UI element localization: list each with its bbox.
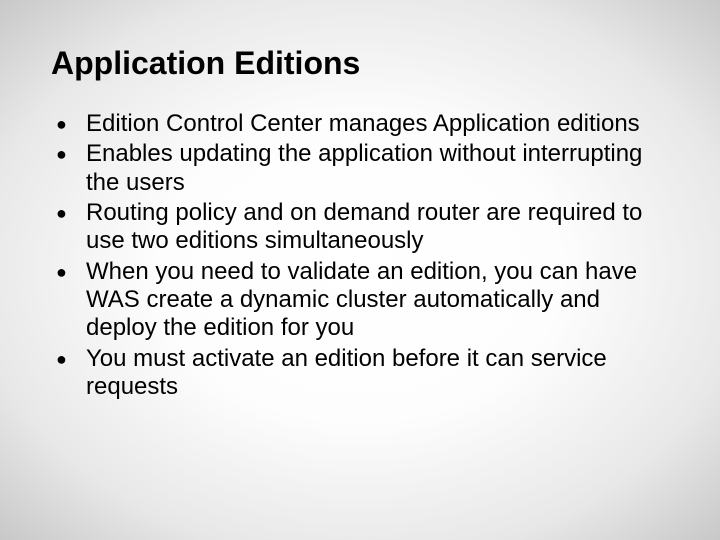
list-item: Edition Control Center manages Applicati…: [50, 110, 670, 138]
slide: Application Editions Edition Control Cen…: [0, 0, 720, 540]
list-item: When you need to validate an edition, yo…: [50, 258, 670, 343]
bullet-list: Edition Control Center manages Applicati…: [45, 110, 675, 401]
slide-title: Application Editions: [51, 45, 675, 82]
list-item: You must activate an edition before it c…: [50, 345, 670, 402]
list-item: Enables updating the application without…: [50, 140, 670, 197]
list-item: Routing policy and on demand router are …: [50, 199, 670, 256]
